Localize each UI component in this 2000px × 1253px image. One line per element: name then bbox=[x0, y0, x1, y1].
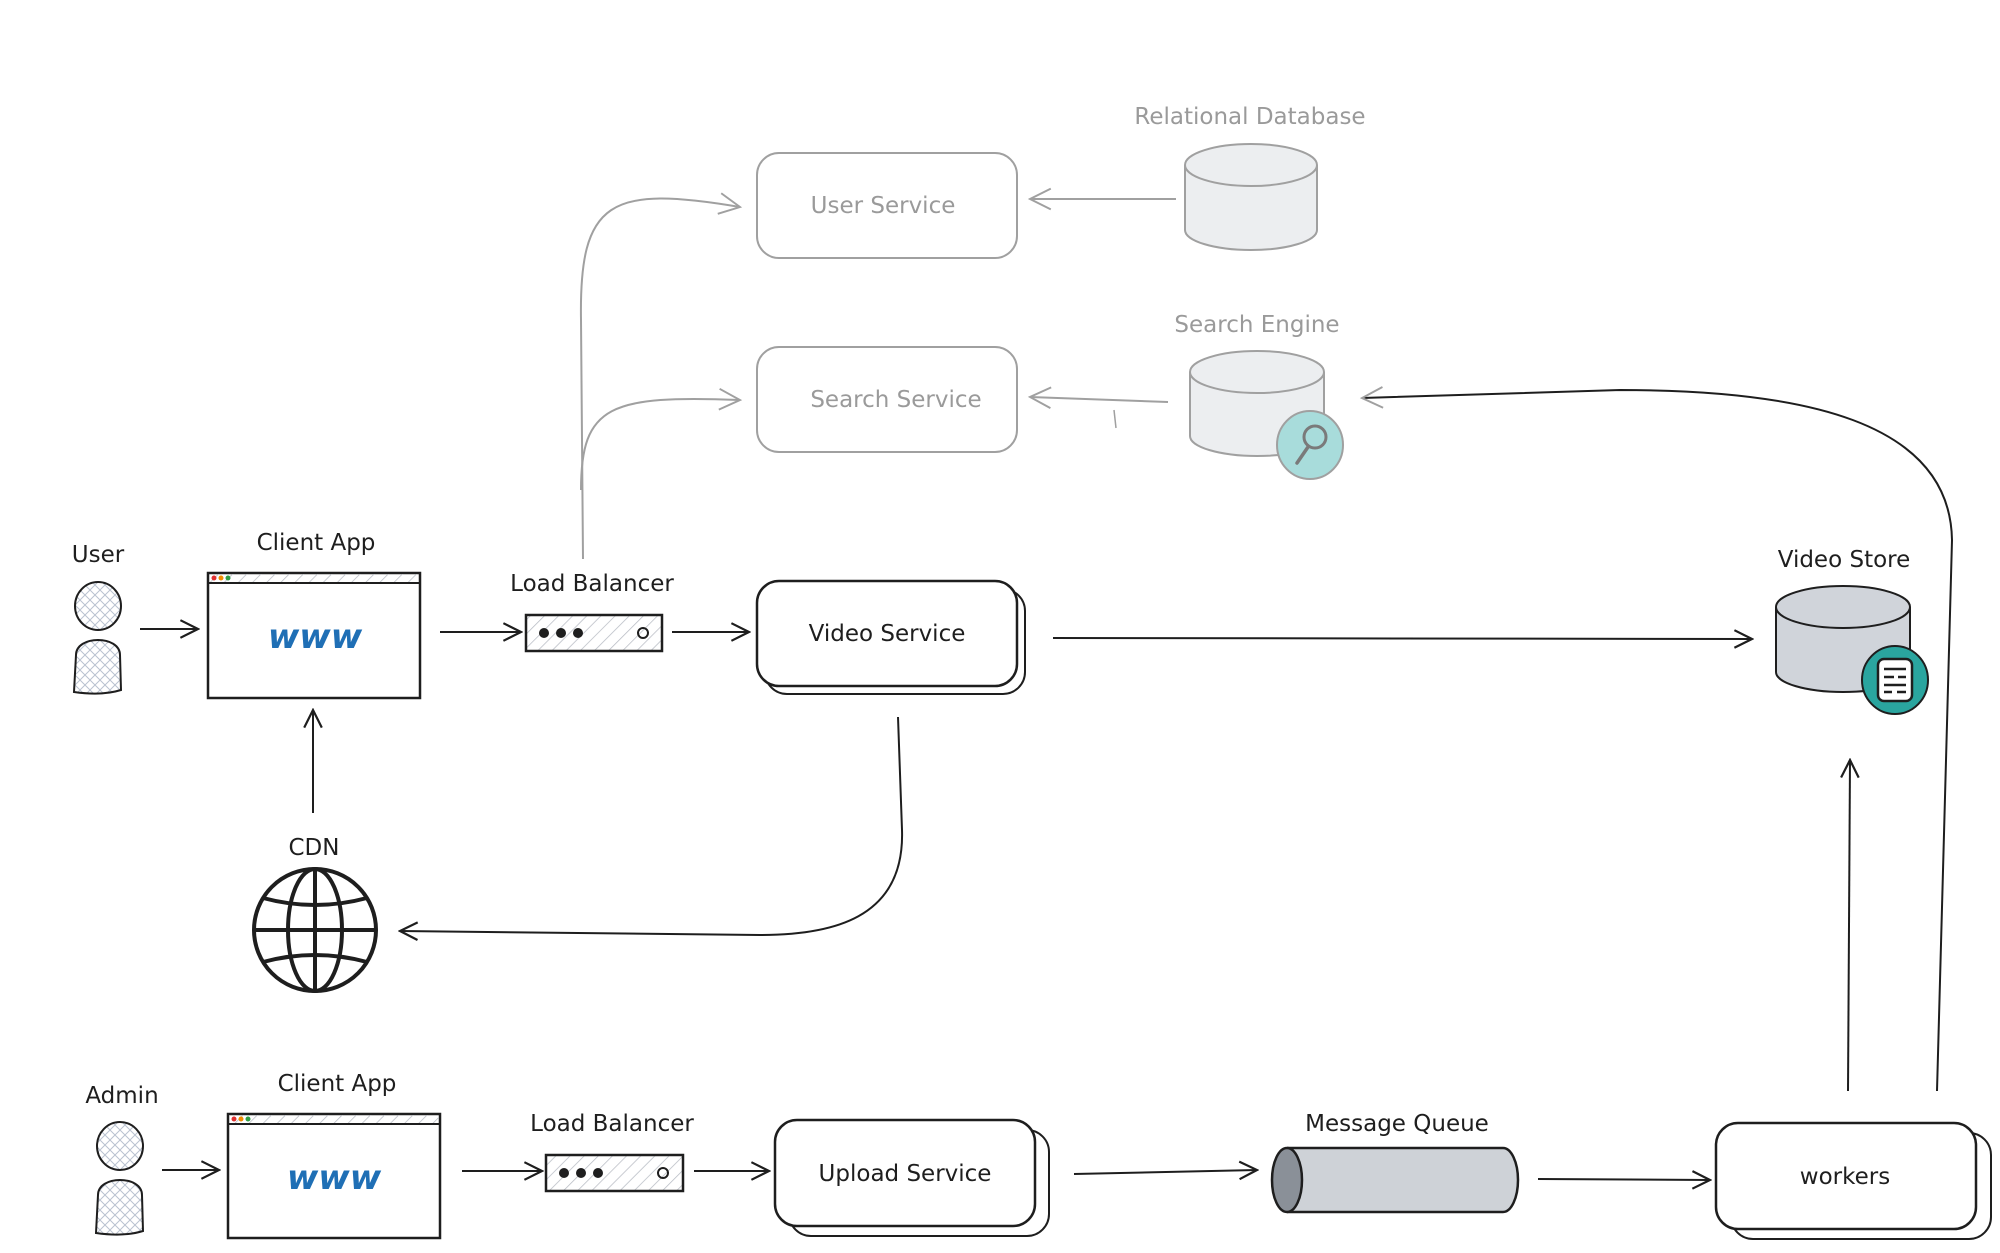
arrow-video-service-to-cdn bbox=[400, 716, 904, 935]
relational-database-label: Relational Database bbox=[1134, 104, 1365, 130]
client-app-label: Client App bbox=[257, 530, 376, 556]
arrow-queue-to-workers bbox=[1537, 1179, 1710, 1180]
relational-database[interactable]: Relational Database bbox=[1134, 104, 1366, 251]
client-app-bottom[interactable]: Client App www bbox=[226, 1071, 442, 1240]
message-queue-label: Message Queue bbox=[1305, 1111, 1489, 1137]
document-icon bbox=[1861, 645, 1929, 715]
arrow-workers-to-video-store bbox=[1848, 760, 1850, 1092]
arrow-lb-to-user-service bbox=[579, 192, 743, 560]
cdn[interactable]: CDN bbox=[252, 835, 378, 993]
architecture-diagram: User Client App www Load Balancer Video … bbox=[72, 104, 1992, 1240]
load-balancer-bottom[interactable]: Load Balancer bbox=[530, 1111, 694, 1193]
person-icon bbox=[72, 581, 123, 695]
stray-tick bbox=[1113, 409, 1117, 429]
workers[interactable]: workers bbox=[1714, 1121, 1992, 1240]
search-engine-label: Search Engine bbox=[1174, 312, 1339, 338]
www-text: www bbox=[287, 1158, 382, 1198]
queue-cylinder-icon bbox=[1270, 1146, 1520, 1214]
admin-actor[interactable]: Admin bbox=[85, 1083, 159, 1236]
video-store[interactable]: Video Store bbox=[1775, 547, 1929, 715]
video-service-label: Video Service bbox=[809, 621, 966, 647]
magnifier-icon bbox=[1276, 410, 1344, 480]
video-store-label: Video Store bbox=[1778, 547, 1911, 573]
globe-icon bbox=[252, 867, 378, 993]
cdn-label: CDN bbox=[289, 835, 340, 861]
load-balancer-label: Load Balancer bbox=[510, 571, 674, 597]
arrow-search-engine-to-search-service bbox=[1027, 386, 1169, 410]
arrow-video-service-to-video-store bbox=[1052, 638, 1752, 639]
user-service-label: User Service bbox=[811, 193, 956, 219]
load-balancer-label: Load Balancer bbox=[530, 1111, 694, 1137]
arrow-workers-to-search-engine bbox=[1359, 386, 1954, 1092]
arrow-lb-to-search-service bbox=[580, 387, 743, 491]
upload-service[interactable]: Upload Service bbox=[773, 1118, 1050, 1237]
client-app-top[interactable]: Client App www bbox=[206, 530, 422, 700]
upload-service-label: Upload Service bbox=[819, 1161, 992, 1187]
person-icon bbox=[94, 1121, 145, 1236]
user-service[interactable]: User Service bbox=[756, 152, 1018, 259]
workers-label: workers bbox=[1800, 1164, 1890, 1190]
user-label: User bbox=[72, 542, 125, 568]
database-cylinder-icon bbox=[1184, 143, 1318, 251]
video-service[interactable]: Video Service bbox=[755, 579, 1026, 695]
www-text: www bbox=[268, 617, 363, 657]
admin-label: Admin bbox=[85, 1083, 158, 1109]
load-balancer-top[interactable]: Load Balancer bbox=[510, 571, 674, 653]
server-rack-icon bbox=[544, 1153, 685, 1193]
arrow-upload-to-queue bbox=[1073, 1170, 1257, 1174]
search-engine[interactable]: Search Engine bbox=[1174, 312, 1344, 480]
search-service-label: Search Service bbox=[810, 387, 981, 413]
client-app-label: Client App bbox=[278, 1071, 397, 1097]
message-queue[interactable]: Message Queue bbox=[1270, 1111, 1520, 1214]
search-service[interactable]: Search Service bbox=[756, 346, 1018, 453]
server-rack-icon bbox=[524, 613, 664, 653]
user-actor[interactable]: User bbox=[72, 542, 125, 695]
